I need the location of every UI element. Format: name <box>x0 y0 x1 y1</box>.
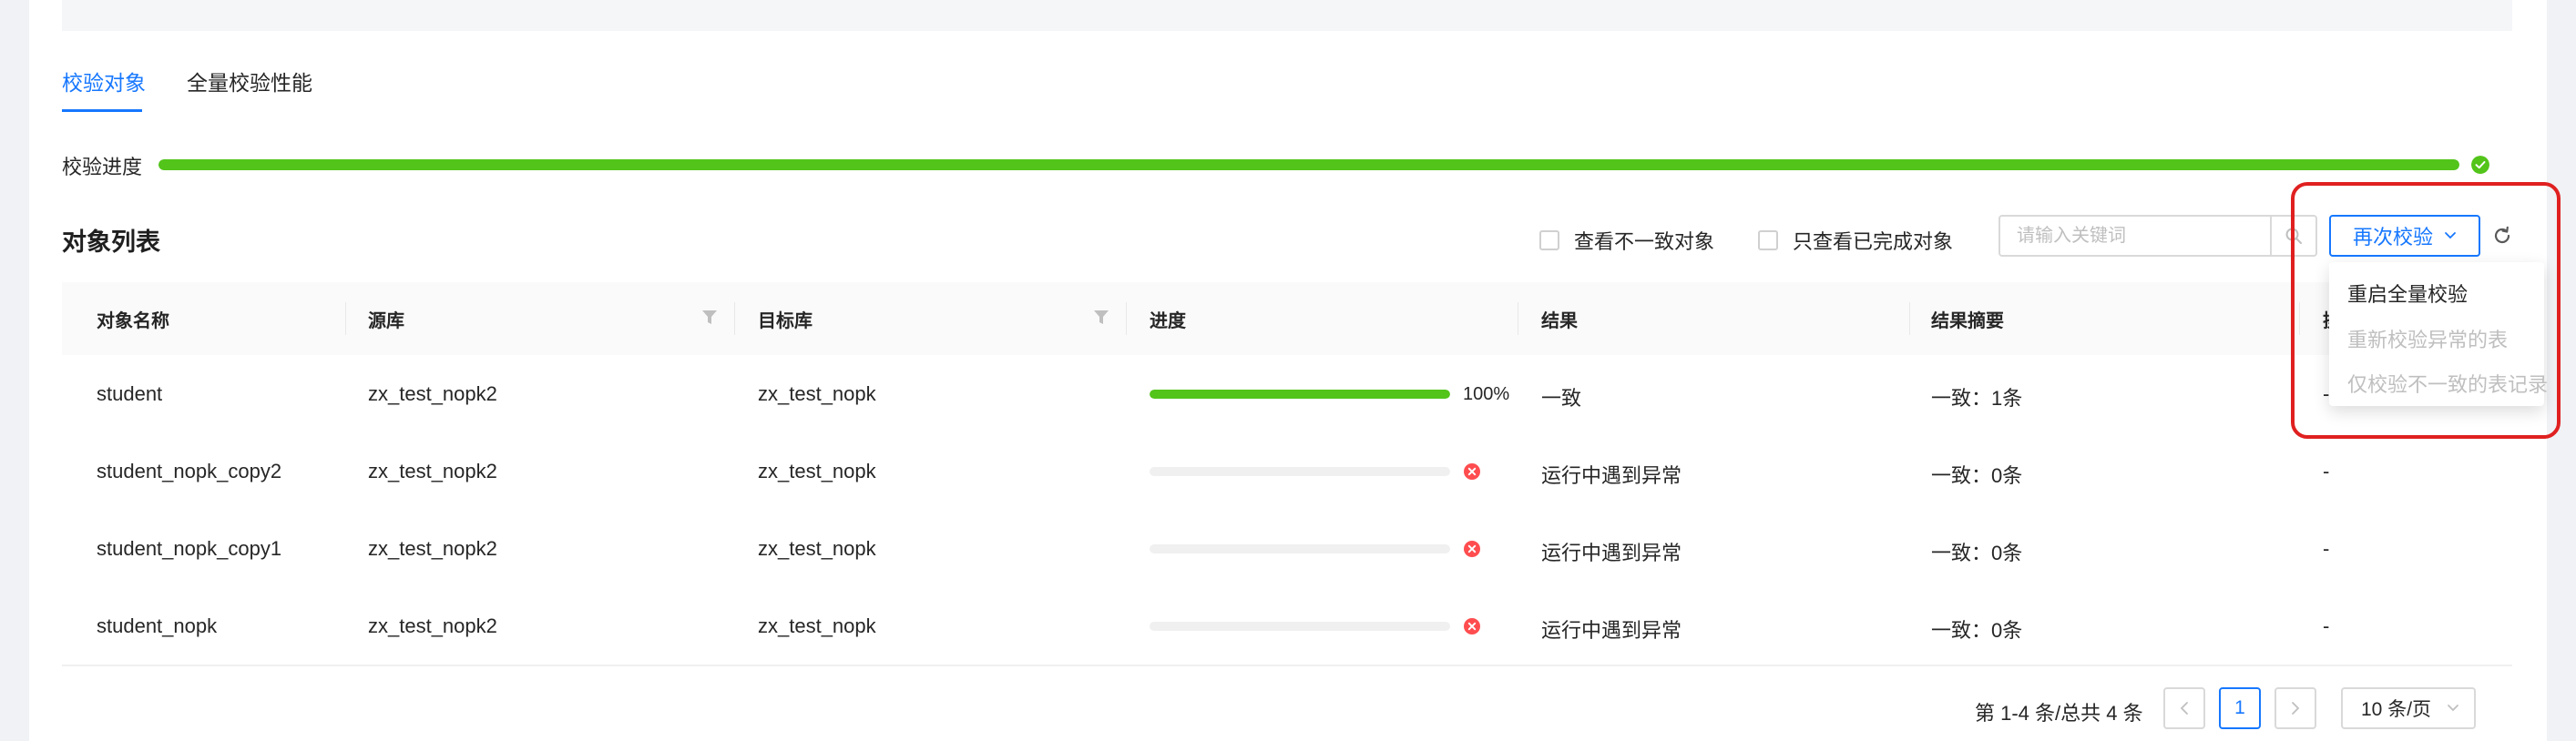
cell-object-name: student <box>97 382 163 405</box>
menu-item-restart-full-check[interactable]: 重启全量校验 <box>2347 279 2468 308</box>
recheck-dropdown-menu: 重启全量校验 重新校验异常的表 仅校验不一致的表记录 <box>2329 262 2548 406</box>
column-header-target-db: 目标库 <box>758 311 813 331</box>
row-progress-bar <box>1150 544 1450 553</box>
page-size-value: 10 条/页 <box>2361 699 2432 720</box>
column-divider <box>1909 302 1910 335</box>
column-header-source-db: 源库 <box>368 311 404 331</box>
cell-object-name: student_nopk <box>97 614 218 637</box>
chevron-right-icon <box>2292 702 2300 715</box>
object-list-title: 对象列表 <box>62 228 160 256</box>
cell-result-summary: 一致：1条 <box>1931 387 2023 410</box>
cell-result-summary: 一致：0条 <box>1931 619 2023 642</box>
cell-result: 一致 <box>1541 387 1582 410</box>
filter-icon[interactable] <box>1093 308 1109 328</box>
cell-target-db: zx_test_nopk <box>758 382 876 405</box>
cell-object-name: student_nopk_copy1 <box>97 537 282 560</box>
row-progress-percent: 100% <box>1463 384 1510 404</box>
check-progress-fill <box>158 159 2459 170</box>
cell-result: 运行中遇到异常 <box>1541 464 1682 487</box>
cell-target-db: zx_test_nopk <box>758 460 876 482</box>
prev-page-button[interactable] <box>2163 687 2205 729</box>
column-divider <box>734 302 735 335</box>
menu-item-recheck-error-tables[interactable]: 重新校验异常的表 <box>2347 324 2508 353</box>
search-button[interactable] <box>2270 217 2315 255</box>
refresh-icon <box>2494 226 2510 244</box>
column-header-result-summary: 结果摘要 <box>1931 311 2004 331</box>
check-progress-label: 校验进度 <box>62 156 143 178</box>
table-row: student_nopk zx_test_nopk2 zx_test_nopk … <box>62 587 2512 666</box>
table-header: 对象名称 源库 目标库 进度 结果 结果摘要 操 <box>62 282 2512 357</box>
filter-icon[interactable] <box>701 308 718 328</box>
recheck-dropdown-button[interactable]: 再次校验 <box>2329 215 2480 257</box>
row-progress-fill <box>1150 390 1450 399</box>
cell-result: 运行中遇到异常 <box>1541 619 1682 642</box>
row-progress-bar <box>1150 467 1450 476</box>
cell-result: 运行中遇到异常 <box>1541 542 1682 564</box>
checkbox-box[interactable] <box>1539 230 1559 250</box>
column-divider <box>1126 302 1127 335</box>
cell-result-summary: 一致：0条 <box>1931 542 2023 564</box>
page-size-select[interactable]: 10 条/页 <box>2341 687 2476 729</box>
column-header-progress: 进度 <box>1150 311 1186 331</box>
active-tab-indicator <box>62 109 142 112</box>
cell-source-db: zx_test_nopk2 <box>368 460 497 482</box>
tab-full-check-performance[interactable]: 全量校验性能 <box>187 66 312 96</box>
tab-check-objects[interactable]: 校验对象 <box>62 66 146 96</box>
close-circle-icon <box>1464 618 1480 634</box>
cell-action: - <box>2323 460 2330 482</box>
table-row: student_nopk_copy1 zx_test_nopk2 zx_test… <box>62 510 2512 589</box>
filter-inconsistent-label: 查看不一致对象 <box>1574 230 1715 253</box>
row-progress-bar <box>1150 390 1450 399</box>
filter-completed-label: 只查看已完成对象 <box>1793 230 1954 253</box>
pagination-total: 第 1-4 条/总共 4 条 <box>1975 702 2143 725</box>
recheck-label: 再次校验 <box>2352 226 2433 249</box>
menu-item-check-inconsistent-records[interactable]: 仅校验不一致的表记录 <box>2347 369 2548 398</box>
filter-inconsistent-checkbox[interactable]: 查看不一致对象 <box>1539 226 1714 255</box>
cell-target-db: zx_test_nopk <box>758 614 876 637</box>
chevron-down-icon <box>2448 705 2458 712</box>
table-row: student_nopk_copy2 zx_test_nopk2 zx_test… <box>62 432 2512 512</box>
cell-action: - <box>2323 614 2330 637</box>
chevron-left-icon <box>2180 702 2188 715</box>
summary-strip-cropped <box>62 0 2512 31</box>
close-circle-icon <box>1464 463 1480 480</box>
table-row: student zx_test_nopk2 zx_test_nopk 100% … <box>62 355 2512 434</box>
column-header-object-name: 对象名称 <box>97 311 169 331</box>
next-page-button[interactable] <box>2274 687 2316 729</box>
column-header-result: 结果 <box>1541 311 1578 331</box>
cell-source-db: zx_test_nopk2 <box>368 614 497 637</box>
search-input[interactable] <box>2000 217 2270 255</box>
filter-completed-checkbox[interactable]: 只查看已完成对象 <box>1758 226 1953 255</box>
check-circle-icon <box>2471 156 2489 174</box>
close-circle-icon <box>1464 541 1480 557</box>
cell-target-db: zx_test_nopk <box>758 537 876 560</box>
chevron-down-icon <box>2445 232 2456 239</box>
cell-action: - <box>2323 537 2330 560</box>
row-progress-bar <box>1150 622 1450 631</box>
column-divider <box>2299 302 2300 335</box>
cell-result-summary: 一致：0条 <box>1931 464 2023 487</box>
cell-source-db: zx_test_nopk2 <box>368 382 497 405</box>
search-icon <box>2285 228 2302 244</box>
refresh-button[interactable] <box>2489 222 2516 249</box>
cell-object-name: student_nopk_copy2 <box>97 460 282 482</box>
check-progress-bar <box>158 159 2459 170</box>
column-divider <box>345 302 346 335</box>
checkbox-box[interactable] <box>1758 230 1778 250</box>
page-1-button[interactable]: 1 <box>2219 687 2261 729</box>
search-box <box>1998 215 2317 257</box>
cell-source-db: zx_test_nopk2 <box>368 537 497 560</box>
